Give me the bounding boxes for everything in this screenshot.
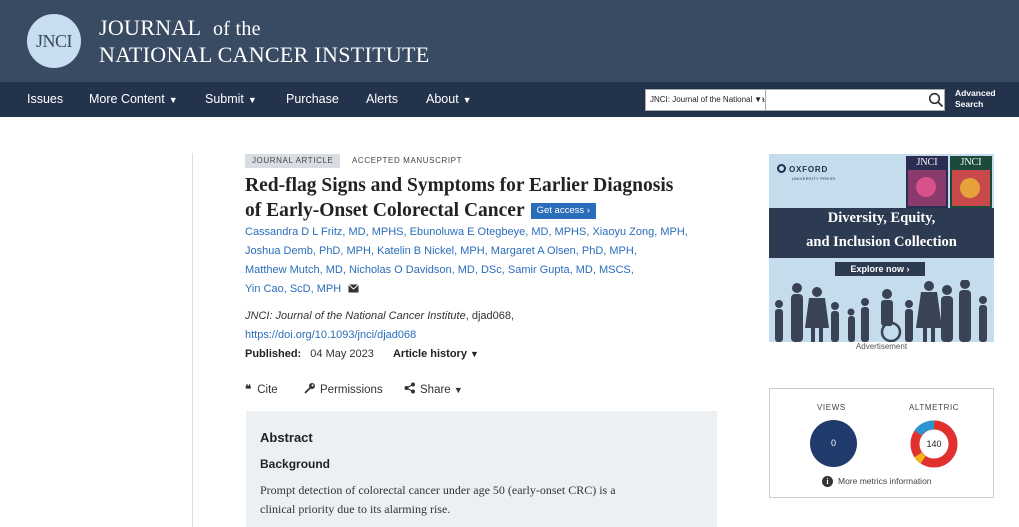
author-link[interactable]: Samir Gupta, MD, MSCS xyxy=(508,264,631,276)
author-link[interactable]: Ebunoluwa E Otegbeye, MD, MPHS xyxy=(410,226,587,238)
key-icon xyxy=(304,383,315,394)
published-date: 04 May 2023 xyxy=(310,348,374,360)
advanced-search-link[interactable]: Advanced Search xyxy=(955,88,996,110)
nav-about-label: About xyxy=(426,92,459,106)
author-link[interactable]: Margaret A Olsen, PhD, MPH xyxy=(491,245,634,257)
advertisement-label: Advertisement xyxy=(855,342,908,351)
caret-down-icon: ▼ xyxy=(453,385,463,395)
permissions-label: Permissions xyxy=(320,384,383,396)
abstract-section: Abstract Background Prompt detection of … xyxy=(246,411,717,527)
nav-issues[interactable]: Issues xyxy=(27,82,63,117)
caret-down-icon: ▼ xyxy=(470,349,479,359)
author-link[interactable]: Katelin B Nickel, MPH xyxy=(377,245,485,257)
caret-down-icon: ▼ xyxy=(247,95,257,105)
abstract-text-line2: clinical priority due to its alarming ri… xyxy=(260,502,451,516)
manuscript-status-badge: ACCEPTED MANUSCRIPT xyxy=(352,156,463,165)
caret-down-icon: ▼ xyxy=(168,95,178,105)
journal-name: JNCI: Journal of the National Cancer Ins… xyxy=(245,310,466,322)
nav-submit-label: Submit xyxy=(205,92,244,106)
article-id: , djad068, xyxy=(465,310,515,322)
ad-explore-button[interactable]: Explore now › xyxy=(835,262,925,276)
citation-block: JNCI: Journal of the National Cancer Ins… xyxy=(245,307,715,345)
get-access-button[interactable]: Get access › xyxy=(530,203,596,219)
left-divider xyxy=(192,153,193,527)
ad-headline-line2: and Inclusion Collection xyxy=(806,234,957,250)
jnci-logo[interactable]: JNCI xyxy=(27,14,81,68)
altmetric-score: 140 xyxy=(926,439,942,449)
share-label: Share xyxy=(420,384,451,396)
journal-title[interactable]: JOURNAL of the NATIONAL CANCER INSTITUTE xyxy=(99,15,430,67)
cover2-logo: JNCI xyxy=(960,157,982,168)
published-line: Published: 04 May 2023 Article history ▼ xyxy=(245,345,479,364)
caret-down-icon: ▼ xyxy=(462,95,472,105)
altmetric-label: ALTMETRIC xyxy=(909,403,960,412)
nav-more-content[interactable]: More Content ▼ xyxy=(89,82,178,117)
doi-link[interactable]: https://doi.org/10.1093/jnci/djad068 xyxy=(245,326,715,345)
journal-title-line2: NATIONAL CANCER INSTITUTE xyxy=(99,42,430,67)
get-access-label: Get access xyxy=(536,205,585,216)
article-type-badge: JOURNAL ARTICLE xyxy=(245,154,341,168)
more-metrics-link[interactable]: i More metrics information xyxy=(822,476,932,487)
article-history-toggle[interactable]: Article history ▼ xyxy=(393,348,479,360)
abstract-text: Prompt detection of colorectal cancer un… xyxy=(260,481,700,519)
share-icon xyxy=(404,382,415,394)
author-link[interactable]: Cassandra D L Fritz, MD, MPHS xyxy=(245,226,404,238)
author-link[interactable]: Nicholas O Davidson, MD, DSc xyxy=(349,264,502,276)
oxford-logo-text: OXFORD xyxy=(789,165,829,174)
metrics-panel: VIEWS ALTMETRIC 0 140 i More metrics info… xyxy=(769,388,994,498)
cover1-logo: JNCI xyxy=(916,157,938,168)
oxford-logo-subtext: UNIVERSITY PRESS xyxy=(792,176,836,181)
caret-down-icon: ▼ xyxy=(752,90,762,110)
masthead: JNCI JOURNAL of the NATIONAL CANCER INST… xyxy=(0,0,1019,82)
abstract-text-line1: Prompt detection of colorectal cancer un… xyxy=(260,483,616,497)
advanced-search-line2: Search xyxy=(955,99,984,109)
chevron-right-icon: › xyxy=(906,264,910,274)
ad-explore-label: Explore now xyxy=(850,264,904,274)
article-history-label: Article history xyxy=(392,348,467,360)
abstract-heading: Abstract xyxy=(260,430,313,445)
search-scope-select[interactable]: JNCI: Journal of the National Cancer Ins… xyxy=(645,89,766,111)
nav-submit[interactable]: Submit ▼ xyxy=(205,82,257,117)
author-link[interactable]: Yin Cao, ScD, MPH xyxy=(245,283,341,295)
nav-alerts[interactable]: Alerts xyxy=(366,82,398,117)
abstract-subheading: Background xyxy=(260,457,331,471)
advertisement-banner[interactable]: OXFORD UNIVERSITY PRESS JNCI JNCI Divers… xyxy=(769,154,994,342)
email-icon[interactable] xyxy=(348,284,360,293)
nav-purchase-label: Purchase xyxy=(286,92,339,106)
nav-issues-label: Issues xyxy=(27,92,64,106)
logo-text: JNCI xyxy=(35,30,73,51)
journal-title-word: JOURNAL xyxy=(99,15,202,40)
info-icon: i xyxy=(822,476,833,487)
nav-more-content-label: More Content xyxy=(89,92,165,106)
cite-button[interactable]: ❝ Cite xyxy=(245,381,278,400)
cite-label: Cite xyxy=(257,384,278,396)
author-link[interactable]: Matthew Mutch, MD xyxy=(245,264,343,276)
author-link[interactable]: Xiaoyu Zong, MPH xyxy=(592,226,684,238)
oxford-logo: OXFORD UNIVERSITY PRESS xyxy=(777,164,835,183)
article-title-line1: Red-flag Signs and Symptoms for Earlier … xyxy=(245,175,674,196)
chevron-right-icon: › xyxy=(586,205,590,216)
journal-title-of: of the xyxy=(212,18,261,40)
quote-icon: ❝ xyxy=(245,384,252,396)
ad-headline-line1: Diversity, Equity, xyxy=(827,210,936,226)
nav-purchase[interactable]: Purchase xyxy=(286,82,339,117)
advanced-search-line1: Advanced xyxy=(955,88,996,98)
nav-about[interactable]: About ▼ xyxy=(426,82,472,117)
search-input[interactable] xyxy=(766,89,945,111)
more-metrics-label: More metrics information xyxy=(838,476,932,486)
article-title: Red-flag Signs and Symptoms for Earlier … xyxy=(245,173,735,223)
views-label: VIEWS xyxy=(817,403,846,412)
search-scope-value: JNCI: Journal of the National Cancer Ins… xyxy=(650,95,765,104)
author-list: Cassandra D L Fritz, MD, MPHS, Ebunoluwa… xyxy=(245,226,688,295)
views-counter[interactable]: 0 xyxy=(810,420,857,467)
author-link[interactable]: Joshua Demb, PhD, MPH xyxy=(245,245,371,257)
share-button[interactable]: Share ▼ xyxy=(404,381,463,400)
nav-alerts-label: Alerts xyxy=(366,92,398,106)
permissions-button[interactable]: Permissions xyxy=(304,381,383,400)
published-label: Published: xyxy=(245,348,302,360)
article-title-line2: of Early-Onset Colorectal Cancer xyxy=(245,200,525,221)
search-icon[interactable] xyxy=(928,92,944,108)
people-silhouettes-illustration xyxy=(775,280,987,342)
